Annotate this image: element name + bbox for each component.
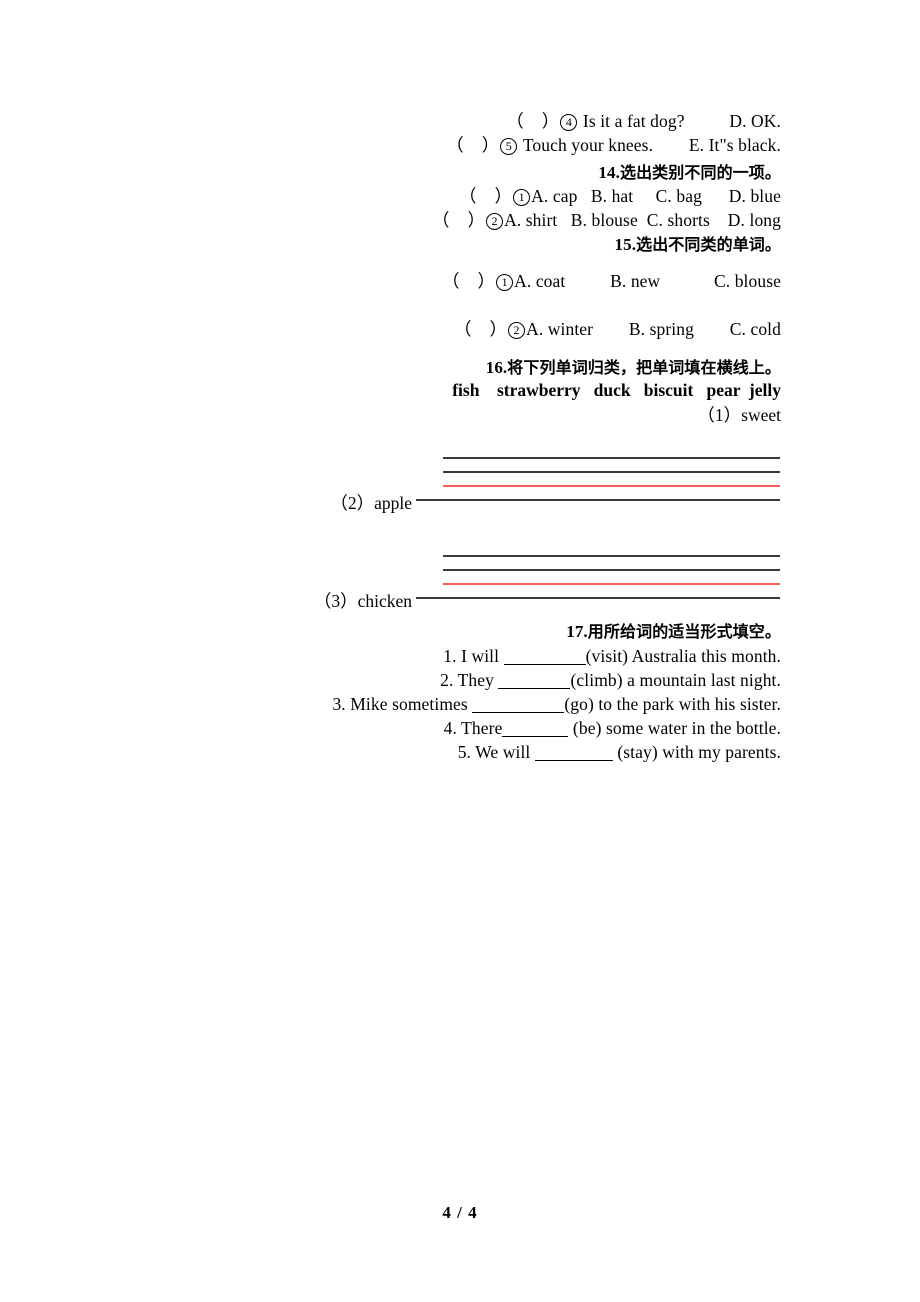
fill-in-blank[interactable]: [472, 712, 565, 713]
fill-in-blank[interactable]: [502, 736, 569, 737]
question-17-item-5: 5. We will (stay) with my parents.: [458, 740, 781, 764]
item-text-after: (be) some water in the bottle.: [568, 718, 781, 738]
circled-number-icon: 2: [486, 213, 504, 230]
item-text-before: We will: [475, 742, 535, 762]
question-14-title: 选出类别不同的一项。: [619, 163, 781, 182]
item-text-before: They: [457, 670, 499, 690]
circled-number-icon: 5: [500, 138, 518, 155]
category-label-apple: （2）apple: [330, 493, 412, 513]
question-15-options-1: A. coat B. new C. blouse: [514, 271, 781, 291]
question-16-title: 将下列单词归类，把单词填在横线上。: [507, 358, 781, 377]
question-17-item-3: 3. Mike sometimes (go) to the park with …: [332, 692, 781, 716]
category-label-sweet: （1）sweet: [697, 405, 781, 425]
worksheet-page: （ ） 4 Is it a fat dog? D. OK. （ ） 5 Touch …: [0, 0, 920, 1302]
matching-prompt: Touch your knees.: [522, 135, 654, 155]
question-17-title: 用所给词的适当形式填空。: [587, 622, 781, 641]
question-14-item-1: （ ） 1 A. cap B. hat C. bag D. blue: [459, 184, 781, 208]
matching-prompt: Is it a fat dog?: [582, 111, 685, 131]
question-14-options-1: A. cap B. hat C. bag D. blue: [531, 186, 781, 206]
circled-number-icon: 4: [560, 114, 578, 131]
fill-in-blank[interactable]: [503, 664, 586, 665]
answer-bracket[interactable]: （ ）: [432, 210, 485, 230]
circled-number-icon: 1: [513, 189, 531, 206]
circled-number-icon: 1: [496, 274, 514, 291]
matching-answer: E. It"s black.: [688, 135, 781, 155]
question-14-options-2: A. shirt B. blouse C. shorts D. long: [504, 210, 781, 230]
question-16-number: 16.: [485, 358, 508, 377]
rule-line-top: [443, 457, 780, 459]
question-15-title: 选出不同类的单词。: [636, 235, 781, 254]
question-16-heading: 16.将下列单词归类，把单词填在横线上。: [486, 355, 781, 380]
item-index: 2.: [440, 670, 454, 690]
item-text-after: (visit) Australia this month.: [585, 646, 781, 666]
rule-line-bottom: [416, 597, 780, 599]
question-14-item-2: （ ） 2 A. shirt B. blouse C. shorts D. long: [432, 208, 781, 232]
matching-item-4: （ ） 4 Is it a fat dog? D. OK.: [506, 109, 781, 133]
question-17-heading: 17.用所给词的适当形式填空。: [566, 619, 781, 644]
rule-line-upper-middle: [443, 569, 780, 571]
question-17-item-1: 1. I will (visit) Australia this month.: [443, 644, 781, 668]
rule-line-red-baseline: [443, 485, 780, 487]
question-14-heading: 14.选出类别不同的一项。: [598, 160, 781, 185]
matching-answer: D. OK.: [729, 111, 781, 131]
answer-bracket[interactable]: （ ）: [454, 319, 507, 339]
item-text-before: There: [461, 718, 503, 738]
item-text-after: (climb) a mountain last night.: [570, 670, 781, 690]
question-17-item-4: 4. There (be) some water in the bottle.: [444, 716, 781, 740]
answer-bracket[interactable]: （ ）: [442, 271, 495, 291]
rule-line-top: [443, 555, 780, 557]
matching-item-5: （ ） 5 Touch your knees. E. It"s black.: [446, 133, 781, 157]
question-17-number: 17.: [566, 622, 588, 641]
rule-line-upper-middle: [443, 471, 780, 473]
question-17-item-2: 2. They (climb) a mountain last night.: [440, 668, 781, 692]
matching-bracket: （ ）: [506, 111, 560, 131]
matching-bracket: （ ）: [446, 135, 500, 155]
rule-line-red-baseline: [443, 583, 780, 585]
item-text-after: (go) to the park with his sister.: [564, 694, 781, 714]
question-15-item-1: （ ） 1 A. coat B. new C. blouse: [442, 269, 781, 293]
question-15-number: 15.: [614, 235, 637, 254]
item-text-before: I will: [461, 646, 504, 666]
answer-bracket[interactable]: （ ）: [459, 186, 512, 206]
rule-line-bottom: [416, 499, 780, 501]
fill-in-blank[interactable]: [498, 688, 571, 689]
question-16-word-bank: fish strawberry duck biscuit pear jelly: [452, 380, 781, 400]
category-label-chicken: （3）chicken: [313, 591, 412, 611]
question-15-heading: 15.选出不同类的单词。: [615, 232, 781, 257]
circled-number-icon: 2: [508, 322, 526, 339]
item-text-after: (stay) with my parents.: [612, 742, 781, 762]
item-index: 1.: [443, 646, 457, 666]
item-text-before: Mike sometimes: [350, 694, 473, 714]
fill-in-blank[interactable]: [534, 760, 613, 761]
question-15-item-2: （ ） 2 A. winter B. spring C. cold: [454, 317, 781, 341]
question-15-options-2: A. winter B. spring C. cold: [526, 319, 781, 339]
item-index: 4.: [443, 718, 457, 738]
item-index: 3.: [332, 694, 346, 714]
item-index: 5.: [457, 742, 472, 762]
question-14-number: 14.: [598, 163, 620, 182]
page-number: 4 / 4: [442, 1203, 478, 1222]
